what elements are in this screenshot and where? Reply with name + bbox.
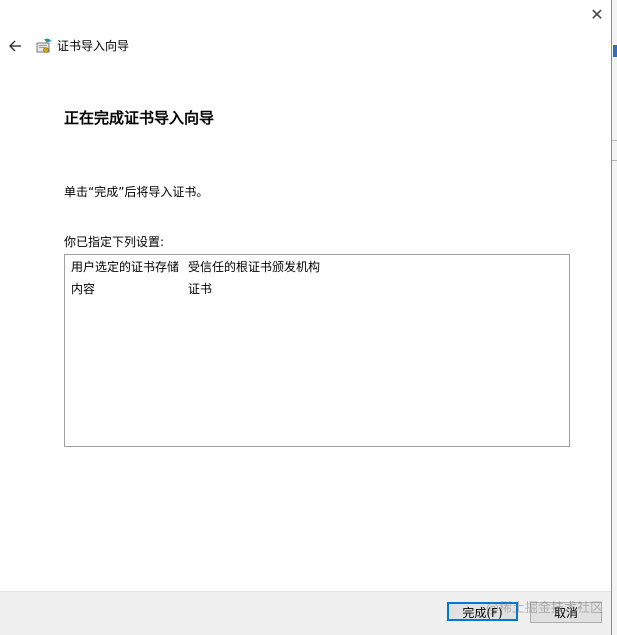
settings-row-content: 内容 证书: [71, 280, 212, 298]
settings-value: 受信任的根证书颁发机构: [188, 260, 321, 274]
page-heading: 正在完成证书导入向导: [64, 109, 215, 127]
screen: ✕ 证书导入向导 正在完成证书导入向导 单击“完成”后将导入证书。 你已指定下列…: [0, 0, 617, 635]
back-arrow-icon: [9, 40, 21, 52]
certificate-wizard-icon: [36, 38, 52, 53]
footer-bar: 完成(F) 取消: [0, 591, 611, 635]
instruction-text: 单击“完成”后将导入证书。: [64, 185, 209, 199]
settings-key: 用户选定的证书存储: [71, 260, 180, 274]
cancel-button[interactable]: 取消: [530, 602, 602, 623]
settings-row-store: 用户选定的证书存储 受信任的根证书颁发机构: [71, 258, 320, 276]
certificate-import-wizard-dialog: ✕ 证书导入向导 正在完成证书导入向导 单击“完成”后将导入证书。 你已指定下列…: [0, 0, 611, 635]
settings-summary-box[interactable]: 用户选定的证书存储 受信任的根证书颁发机构 内容 证书: [64, 254, 570, 447]
close-icon: ✕: [590, 5, 604, 24]
close-button[interactable]: ✕: [583, 3, 611, 27]
background-fragment: [613, 45, 617, 57]
settings-key: 内容: [71, 282, 96, 296]
background-divider: [612, 160, 617, 161]
settings-value: 证书: [188, 282, 213, 296]
background-divider: [612, 140, 617, 141]
settings-label: 你已指定下列设置:: [64, 235, 165, 249]
background-window-edge: [611, 0, 617, 635]
back-button[interactable]: [4, 36, 26, 56]
finish-button[interactable]: 完成(F): [447, 602, 518, 621]
window-title: 证书导入向导: [57, 39, 130, 53]
